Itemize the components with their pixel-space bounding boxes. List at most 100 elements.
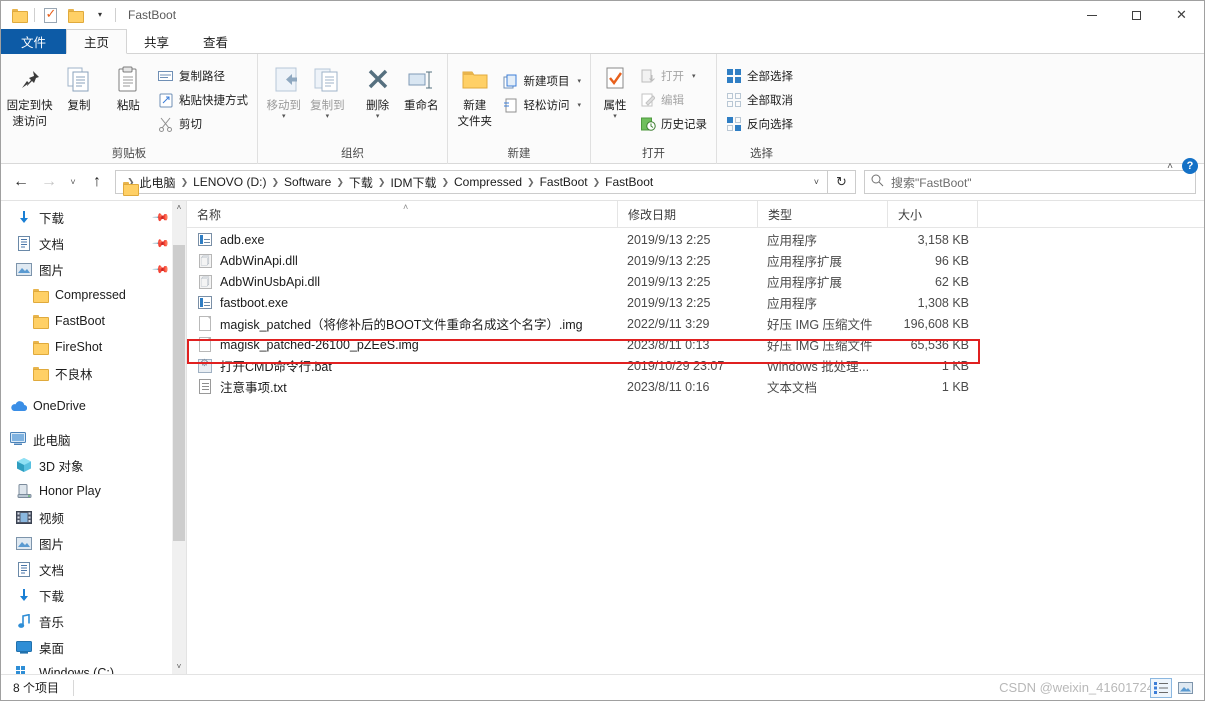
- nav-pane-scrollbar[interactable]: ˄ ˅: [172, 201, 186, 674]
- breadcrumb-item-2[interactable]: Software: [280, 175, 335, 189]
- qat-folder-icon[interactable]: [9, 5, 29, 25]
- tab-view[interactable]: 查看: [186, 29, 245, 54]
- delete-button[interactable]: 删除 ▾: [356, 59, 400, 120]
- nav-item-this-pc[interactable]: 此电脑: [1, 426, 186, 452]
- nav-item-buliangli[interactable]: 不良林: [1, 360, 186, 386]
- search-input[interactable]: 搜索"FastBoot": [864, 170, 1196, 194]
- file-name-cell[interactable]: AdbWinApi.dll: [187, 253, 617, 270]
- move-to-button[interactable]: 移动到 ▾: [262, 59, 306, 120]
- nav-item-pictures[interactable]: 图片: [1, 530, 186, 556]
- collapse-ribbon-button[interactable]: ˄: [1167, 161, 1173, 172]
- table-row[interactable]: 注意事项.txt 2023/8/11 0:16 文本文档 1 KB: [187, 376, 1204, 397]
- new-folder-button[interactable]: 新建 文件夹: [452, 59, 497, 129]
- scroll-down-arrow-icon[interactable]: ˅: [177, 660, 182, 674]
- file-name-cell[interactable]: AdbWinUsbApi.dll: [187, 274, 617, 291]
- forward-button[interactable]: →: [35, 169, 63, 195]
- copy-to-button[interactable]: 复制到 ▾: [306, 59, 350, 120]
- back-button[interactable]: ←: [7, 169, 35, 195]
- nav-item-compressed[interactable]: Compressed: [1, 282, 186, 308]
- breadcrumb-item-3[interactable]: 下载: [345, 174, 377, 191]
- table-row[interactable]: AdbWinApi.dll 2019/9/13 2:25 应用程序扩展 96 K…: [187, 250, 1204, 271]
- close-button[interactable]: ✕: [1159, 1, 1204, 29]
- breadcrumb[interactable]: ❯ 此电脑 ❯ LENOVO (D:) ❯ Software ❯ 下载 ❯ ID…: [115, 170, 828, 194]
- breadcrumb-sep-5[interactable]: ❯: [440, 177, 450, 188]
- select-all-button[interactable]: 全部选择: [721, 64, 798, 88]
- up-button[interactable]: ↑: [83, 169, 111, 195]
- breadcrumb-item-7[interactable]: FastBoot: [601, 175, 657, 189]
- column-header-type[interactable]: 类型: [757, 200, 887, 228]
- select-none-button[interactable]: 全部取消: [721, 88, 798, 112]
- paste-shortcut-button[interactable]: 粘贴快捷方式: [153, 88, 253, 112]
- nav-item-fireshot[interactable]: FireShot: [1, 334, 186, 360]
- file-name-cell[interactable]: magisk_patched（将修补后的BOOT文件重命名成这个名字）.img: [187, 314, 617, 333]
- maximize-button[interactable]: [1114, 1, 1159, 29]
- nav-item-music[interactable]: 音乐: [1, 608, 186, 634]
- table-row[interactable]: adb.exe 2019/9/13 2:25 应用程序 3,158 KB: [187, 229, 1204, 250]
- paste-button[interactable]: 粘贴: [104, 59, 153, 113]
- pin-icon[interactable]: 📌: [152, 208, 171, 226]
- nav-item-windows-c[interactable]: Windows (C:): [1, 660, 186, 674]
- column-header-size[interactable]: 大小: [887, 200, 977, 228]
- table-row[interactable]: AdbWinUsbApi.dll 2019/9/13 2:25 应用程序扩展 6…: [187, 271, 1204, 292]
- help-icon[interactable]: ?: [1182, 158, 1198, 174]
- edit-button[interactable]: 编辑: [635, 88, 712, 112]
- refresh-button[interactable]: ↻: [828, 170, 856, 194]
- nav-item-fastboot[interactable]: FastBoot: [1, 308, 186, 334]
- breadcrumb-sep-4[interactable]: ❯: [377, 177, 387, 188]
- copy-path-button[interactable]: 复制路径: [153, 64, 253, 88]
- pin-icon[interactable]: 📌: [152, 234, 171, 252]
- history-button[interactable]: 历史记录: [635, 112, 712, 136]
- file-name-cell[interactable]: 注意事项.txt: [187, 377, 617, 396]
- nav-item-documents[interactable]: 文档: [1, 556, 186, 582]
- easy-access-button[interactable]: 轻松访问 ▾: [497, 93, 586, 117]
- breadcrumb-sep-3[interactable]: ❯: [335, 177, 345, 188]
- minimize-button[interactable]: [1069, 1, 1114, 29]
- breadcrumb-sep-1[interactable]: ❯: [180, 177, 190, 188]
- column-header-name[interactable]: 名称: [187, 201, 617, 228]
- table-row[interactable]: 打开CMD命令行.bat 2019/10/29 23:07 Windows 批处…: [187, 355, 1204, 376]
- properties-button[interactable]: 属性 ▾: [595, 59, 635, 120]
- tab-share[interactable]: 共享: [127, 29, 186, 54]
- nav-item-desktop[interactable]: 桌面: [1, 634, 186, 660]
- table-row-highlighted[interactable]: magisk_patched-26100_pZEeS.img 2023/8/11…: [187, 334, 1204, 355]
- file-name-cell[interactable]: magisk_patched-26100_pZEeS.img: [187, 337, 617, 353]
- cut-button[interactable]: 剪切: [153, 112, 253, 136]
- file-name-cell[interactable]: fastboot.exe: [187, 295, 617, 311]
- file-name-cell[interactable]: adb.exe: [187, 232, 617, 248]
- large-icons-view-button[interactable]: [1174, 678, 1196, 698]
- copy-button[interactable]: 复制: [54, 59, 103, 113]
- scroll-thumb[interactable]: [173, 245, 185, 541]
- nav-item-pictures-quick[interactable]: 图片 📌: [1, 256, 186, 282]
- file-name-cell[interactable]: 打开CMD命令行.bat: [187, 356, 617, 375]
- qat-properties-icon[interactable]: [40, 5, 60, 25]
- tab-home[interactable]: 主页: [66, 29, 128, 54]
- open-button[interactable]: 打开 ▾: [635, 64, 712, 88]
- breadcrumb-item-4[interactable]: IDM下载: [386, 174, 440, 191]
- qat-customize-caret-icon[interactable]: ▾: [90, 5, 110, 25]
- tab-file[interactable]: 文件: [1, 29, 67, 54]
- nav-item-downloads[interactable]: 下载: [1, 582, 186, 608]
- breadcrumb-sep-7[interactable]: ❯: [592, 177, 602, 188]
- nav-item-downloads-quick[interactable]: 下载 📌: [1, 204, 186, 230]
- invert-selection-button[interactable]: 反向选择: [721, 112, 798, 136]
- details-view-button[interactable]: [1150, 678, 1172, 698]
- nav-item-documents-quick[interactable]: 文档 📌: [1, 230, 186, 256]
- breadcrumb-item-1[interactable]: LENOVO (D:): [189, 175, 270, 189]
- breadcrumb-sep-6[interactable]: ❯: [526, 177, 536, 188]
- nav-item-honor-play[interactable]: Honor Play: [1, 478, 186, 504]
- scroll-up-arrow-icon[interactable]: ˄: [177, 201, 182, 215]
- nav-item-onedrive[interactable]: OneDrive: [1, 393, 186, 419]
- qat-new-folder-icon[interactable]: [65, 5, 85, 25]
- new-item-button[interactable]: 新建项目 ▾: [497, 69, 586, 93]
- recent-locations-button[interactable]: ˅: [63, 169, 83, 195]
- pin-icon[interactable]: 📌: [152, 260, 171, 278]
- pin-to-quick-access-button[interactable]: 固定到快 速访问: [5, 59, 54, 129]
- breadcrumb-item-0[interactable]: 此电脑: [136, 174, 180, 191]
- rename-button[interactable]: 重命名: [399, 59, 443, 113]
- nav-item-3d-objects[interactable]: 3D 对象: [1, 452, 186, 478]
- table-row[interactable]: fastboot.exe 2019/9/13 2:25 应用程序 1,308 K…: [187, 292, 1204, 313]
- table-row[interactable]: magisk_patched（将修补后的BOOT文件重命名成这个名字）.img …: [187, 313, 1204, 334]
- nav-item-videos[interactable]: 视频: [1, 504, 186, 530]
- breadcrumb-sep-2[interactable]: ❯: [270, 177, 280, 188]
- breadcrumb-item-6[interactable]: FastBoot: [536, 175, 592, 189]
